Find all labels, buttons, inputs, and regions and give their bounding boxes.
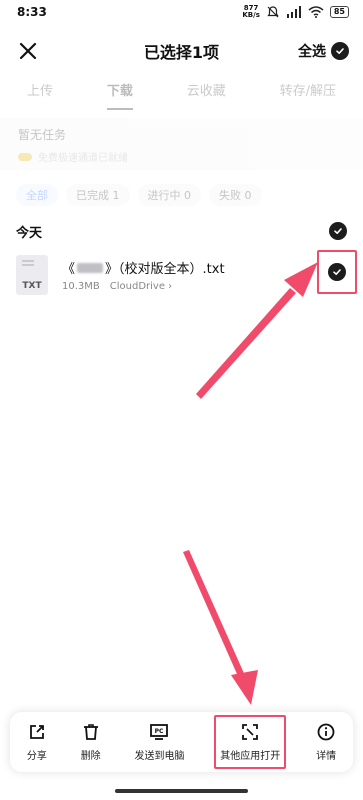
filter-in-progress: 进行中 0 bbox=[137, 184, 201, 206]
file-extension: TXT bbox=[22, 281, 42, 291]
file-size: 10.3MB bbox=[62, 281, 100, 292]
filter-all: 全部 bbox=[16, 184, 58, 206]
open-with-label: 其他应用打开 bbox=[220, 750, 281, 762]
speed-badge-icon bbox=[18, 152, 32, 161]
row-select-highlight[interactable] bbox=[317, 250, 357, 294]
send-to-pc-label: 发送到电脑 bbox=[134, 750, 185, 762]
network-speed-unit: KB/s bbox=[242, 11, 260, 19]
share-icon bbox=[29, 724, 44, 739]
close-icon[interactable] bbox=[16, 39, 40, 63]
status-bar: 8:33 877 KB/s 85 bbox=[0, 0, 363, 24]
details-label: 详情 bbox=[316, 750, 337, 762]
transfer-tabs: 上传 下载 云收藏 转存/解压 bbox=[0, 80, 363, 110]
info-icon bbox=[317, 723, 335, 740]
row-check-icon[interactable] bbox=[328, 263, 346, 281]
check-circle-icon bbox=[331, 42, 349, 60]
select-all-label: 全选 bbox=[298, 44, 326, 60]
file-info: 《 》（校对版全本）.txt 10.3MB CloudDrive › bbox=[62, 258, 347, 292]
filter-chips: 全部 已完成 1 进行中 0 失败 0 bbox=[16, 184, 262, 206]
arrow-to-open-with bbox=[183, 550, 258, 705]
trash-icon bbox=[83, 723, 98, 740]
select-all-button[interactable]: 全选 bbox=[298, 41, 349, 61]
selection-header: 已选择1项 全选 bbox=[0, 30, 363, 72]
tab-download: 下载 bbox=[106, 80, 133, 110]
status-icons: 877 KB/s 85 bbox=[242, 5, 349, 19]
date-group-header: 今天 bbox=[0, 220, 363, 242]
file-name-prefix: 《 bbox=[62, 262, 76, 277]
file-location: CloudDrive › bbox=[109, 281, 173, 292]
signal-icon bbox=[286, 6, 301, 18]
share-button[interactable]: 分享 bbox=[23, 715, 51, 769]
list-item[interactable]: TXT 《 》（校对版全本）.txt 10.3MB CloudDrive › bbox=[0, 250, 363, 300]
task-status-panel: 暂无任务 免费极速通道已就绪 bbox=[0, 118, 363, 170]
page-title: 已选择1项 bbox=[143, 43, 220, 62]
open-with-other-app-button[interactable]: 其他应用打开 bbox=[214, 715, 287, 769]
bottom-action-bar: 分享 删除 PC 发送到电脑 其他应用打开 详情 bbox=[10, 712, 353, 772]
battery-indicator: 85 bbox=[329, 6, 349, 18]
file-meta: 10.3MB CloudDrive › bbox=[62, 281, 347, 292]
open-with-icon bbox=[242, 723, 259, 740]
tab-cloud-favorites: 云收藏 bbox=[186, 84, 226, 99]
delete-button[interactable]: 删除 bbox=[77, 715, 105, 769]
tab-upload: 上传 bbox=[26, 84, 53, 99]
filter-completed: 已完成 1 bbox=[66, 184, 130, 206]
details-button[interactable]: 详情 bbox=[312, 715, 340, 769]
txt-file-icon: TXT bbox=[16, 255, 48, 295]
tab-transfer-extract: 转存/解压 bbox=[279, 84, 337, 99]
group-title: 今天 bbox=[16, 225, 43, 241]
delete-label: 删除 bbox=[80, 750, 101, 762]
send-to-pc-icon: PC bbox=[150, 723, 169, 740]
home-indicator[interactable] bbox=[115, 789, 248, 793]
redacted-title-blur bbox=[77, 262, 104, 273]
file-name-suffix: 》（校对版全本）.txt bbox=[105, 262, 225, 277]
send-to-pc-button[interactable]: PC 发送到电脑 bbox=[130, 715, 188, 769]
group-select-check-icon[interactable] bbox=[329, 222, 347, 240]
wifi-icon bbox=[308, 6, 324, 18]
network-speed: 877 KB/s bbox=[242, 5, 259, 19]
status-time: 8:33 bbox=[17, 5, 47, 19]
filter-failed: 失败 0 bbox=[209, 184, 262, 206]
share-label: 分享 bbox=[26, 750, 47, 762]
bell-muted-icon bbox=[267, 6, 279, 18]
file-name: 《 》（校对版全本）.txt bbox=[62, 258, 347, 277]
no-task-subtitle-text: 免费极速通道已就绪 bbox=[38, 153, 128, 164]
no-task-title: 暂无任务 bbox=[18, 128, 67, 142]
svg-text:PC: PC bbox=[155, 728, 164, 735]
no-task-subtitle: 免费极速通道已就绪 bbox=[18, 149, 345, 164]
